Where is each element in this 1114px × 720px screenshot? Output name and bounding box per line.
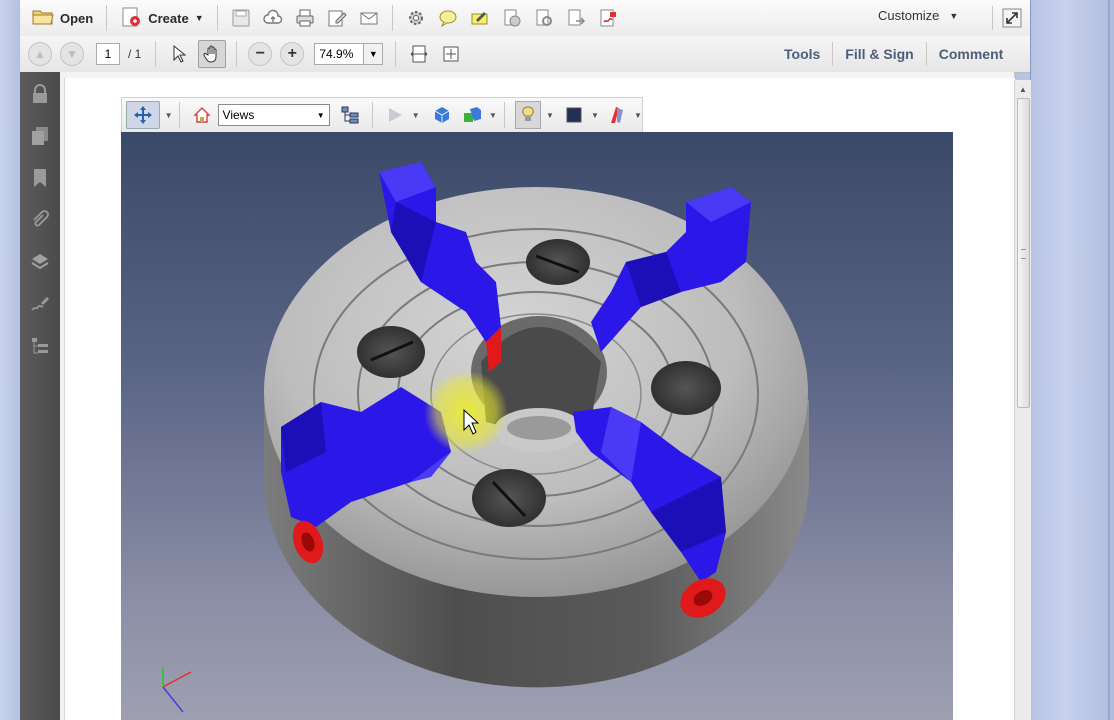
play-animation-icon[interactable] xyxy=(383,102,407,128)
views-dropdown[interactable]: Views ▼ xyxy=(217,104,330,126)
open-label: Open xyxy=(60,10,94,26)
screw-hole xyxy=(526,239,590,285)
bookmark-icon[interactable] xyxy=(28,166,52,190)
navigation-toolbar: ▲ ▼ 1 / 1 − + 74.9% ▼ Tools Fill & Sign … xyxy=(20,36,1030,73)
open-button[interactable]: Open xyxy=(26,4,99,32)
separator xyxy=(236,41,238,67)
highlight-icon[interactable] xyxy=(467,5,493,31)
share-icon[interactable] xyxy=(563,5,589,31)
pages-icon[interactable] xyxy=(28,124,52,148)
save-icon[interactable] xyxy=(228,5,254,31)
fit-width-icon[interactable] xyxy=(406,41,432,67)
cross-section-icon[interactable] xyxy=(605,102,629,128)
scroll-up-button[interactable]: ▲ xyxy=(1015,80,1031,98)
vertical-scrollbar[interactable]: ▲ xyxy=(1014,80,1031,720)
views-value: Views xyxy=(222,108,255,122)
separator xyxy=(216,5,218,31)
scroll-grip xyxy=(1021,249,1026,259)
select-cursor-icon[interactable] xyxy=(166,41,192,67)
chevron-down-icon[interactable]: ▼ xyxy=(165,111,173,120)
separator xyxy=(106,5,108,31)
fill-sign-link[interactable]: Fill & Sign xyxy=(833,46,925,62)
fit-page-icon[interactable] xyxy=(438,41,464,67)
signature-icon[interactable] xyxy=(28,292,52,316)
separator xyxy=(395,41,397,67)
comment-bubble-icon[interactable] xyxy=(435,5,461,31)
chuck-model xyxy=(162,162,809,713)
screw-hole xyxy=(651,361,721,415)
background-color-icon[interactable] xyxy=(562,102,586,128)
zoom-in-button[interactable]: + xyxy=(280,42,305,66)
email-icon[interactable] xyxy=(356,5,382,31)
customize-label: Customize xyxy=(878,8,940,23)
chevron-down-icon: ▼ xyxy=(949,10,959,21)
navigation-pane xyxy=(20,72,60,720)
separator xyxy=(371,102,373,128)
folder-open-icon xyxy=(32,8,54,29)
3d-toolbar: ▼ Views ▼ ▼ ▼ ▼ ▼ ▼ xyxy=(121,97,643,133)
chevron-down-icon[interactable]: ▼ xyxy=(591,111,599,120)
scroll-thumb[interactable] xyxy=(1017,98,1030,408)
lock-doc-icon[interactable] xyxy=(499,5,525,31)
content-tree-icon[interactable] xyxy=(28,334,52,358)
layers-icon[interactable] xyxy=(28,250,52,274)
hand-tool-icon[interactable] xyxy=(198,40,227,68)
attachment-icon[interactable] xyxy=(28,208,52,232)
upload-cloud-icon[interactable] xyxy=(260,5,286,31)
screw-hole xyxy=(357,326,425,378)
create-pdf-icon xyxy=(120,6,142,31)
separator xyxy=(503,102,505,128)
chevron-down-icon[interactable]: ▼ xyxy=(546,111,554,120)
chevron-down-icon: ▼ xyxy=(194,13,204,23)
stamp-icon[interactable] xyxy=(531,5,557,31)
gear-icon[interactable] xyxy=(403,5,429,31)
chevron-down-icon: ▼ xyxy=(316,110,325,120)
lock-icon[interactable] xyxy=(28,82,52,106)
create-button[interactable]: Create ▼ xyxy=(114,4,209,32)
rotate-tool-icon[interactable] xyxy=(126,101,160,129)
customize-menu[interactable]: Customize ▼ xyxy=(878,8,958,23)
window-frame-right xyxy=(1030,0,1114,720)
chevron-down-icon[interactable]: ▼ xyxy=(634,111,642,120)
tools-link[interactable]: Tools xyxy=(772,46,832,62)
next-page-button[interactable]: ▼ xyxy=(60,42,84,66)
sign-icon[interactable] xyxy=(595,5,621,31)
task-pane-links: Tools Fill & Sign Comment xyxy=(772,36,1015,72)
comment-link[interactable]: Comment xyxy=(927,46,1016,62)
render-mode-icon[interactable] xyxy=(460,102,484,128)
main-toolbar: Open Create ▼ Customize ▼ xyxy=(20,0,1030,37)
chevron-down-icon[interactable]: ▼ xyxy=(412,111,420,120)
separator xyxy=(155,41,157,67)
home-view-icon[interactable] xyxy=(190,102,214,128)
model-tree-icon[interactable] xyxy=(338,102,362,128)
expand-icon[interactable] xyxy=(992,6,1025,30)
lighting-icon[interactable] xyxy=(514,101,541,129)
edit-icon[interactable] xyxy=(324,5,350,31)
zoom-level-input[interactable]: 74.9% xyxy=(314,43,365,65)
page-number-input[interactable]: 1 xyxy=(96,43,120,65)
previous-page-button[interactable]: ▲ xyxy=(28,42,52,66)
window-frame-left xyxy=(0,0,20,720)
create-label: Create xyxy=(148,10,189,26)
zoom-out-button[interactable]: − xyxy=(248,42,273,66)
separator xyxy=(179,102,181,128)
print-icon[interactable] xyxy=(292,5,318,31)
axis-triad xyxy=(162,667,192,713)
zoom-dropdown-button[interactable]: ▼ xyxy=(364,43,384,65)
chevron-down-icon[interactable]: ▼ xyxy=(489,111,497,120)
projection-cube-icon[interactable] xyxy=(430,102,454,128)
3d-viewport[interactable] xyxy=(121,132,953,720)
screw-hole xyxy=(472,469,546,527)
separator xyxy=(391,5,393,31)
page-total: / 1 xyxy=(128,47,142,61)
window-frame-edge xyxy=(1108,0,1110,720)
